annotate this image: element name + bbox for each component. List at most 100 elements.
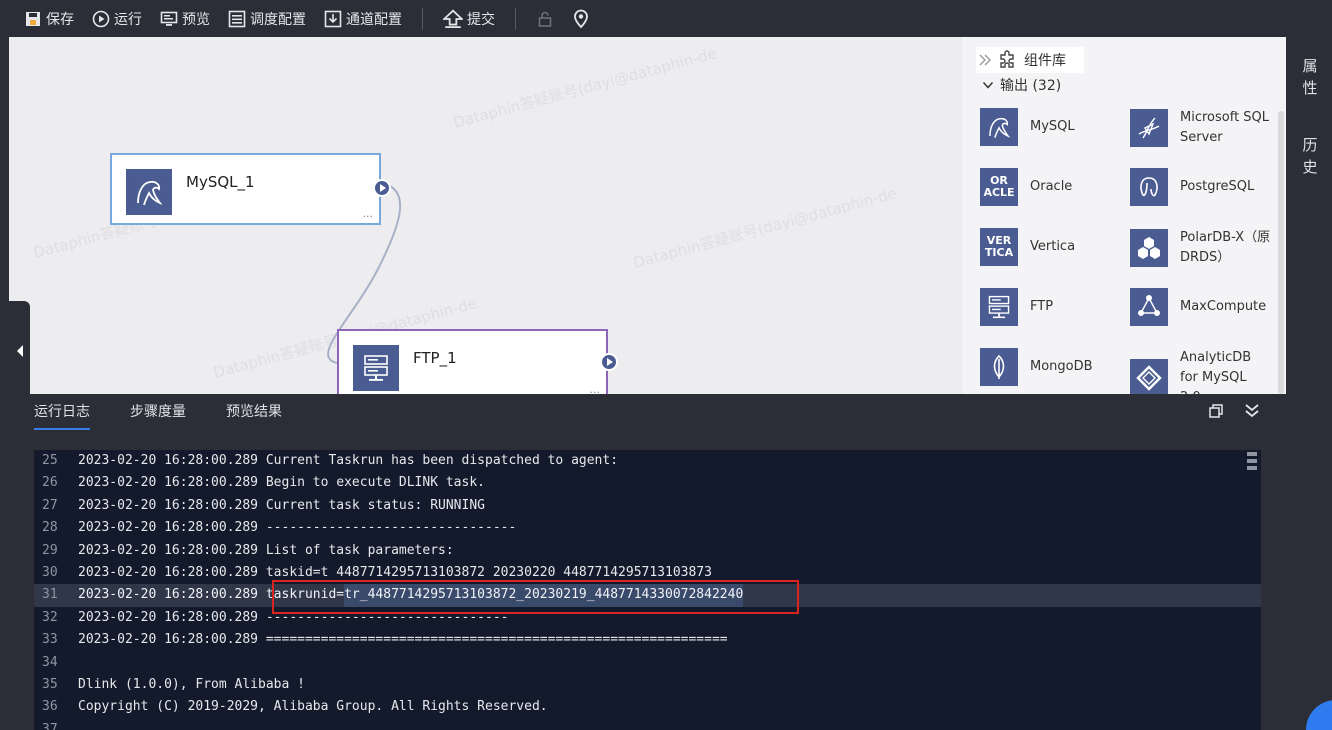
- log-scrollbar[interactable]: [1247, 450, 1257, 476]
- run-log-console[interactable]: 25 2023-02-20 16:28:00.289 Current Taskru…: [34, 450, 1261, 730]
- log-line: 25 2023-02-20 16:28:00.289 Current Taskru…: [34, 450, 1261, 472]
- component-label: MySQL: [1030, 119, 1075, 134]
- log-line: 29 2023-02-20 16:28:00.289 List of task p…: [34, 540, 1261, 562]
- component-label: PolarDB-X（原DRDS）: [1180, 230, 1271, 265]
- log-text: 2023-02-20 16:28:00.289 List of task par…: [78, 542, 454, 558]
- sqlserver-icon: [1130, 109, 1168, 147]
- log-text: 2023-02-20 16:28:00.289 ----------------…: [78, 520, 517, 536]
- log-line: 35 Dlink (1.0.0), From Alibaba !: [34, 674, 1261, 696]
- oracle-icon: OR ACLE: [980, 168, 1018, 206]
- component-polardb[interactable]: PolarDB-X（原DRDS）: [1130, 228, 1280, 268]
- component-postgresql[interactable]: PostgreSQL: [1130, 168, 1254, 206]
- locate-button[interactable]: [572, 9, 590, 29]
- component-oracle[interactable]: OR ACLE Oracle: [980, 168, 1072, 206]
- ftp-icon: [353, 345, 399, 391]
- component-mysql[interactable]: MySQL: [980, 108, 1075, 146]
- channel-icon: [324, 10, 342, 27]
- run-button[interactable]: 运行: [92, 9, 142, 29]
- component-label: Microsoft SQL Server: [1180, 110, 1270, 145]
- log-text: 2023-02-20 16:28:00.289 ================…: [78, 632, 728, 648]
- component-label: Oracle: [1030, 179, 1073, 194]
- properties-tab[interactable]: 属性: [1302, 55, 1318, 99]
- line-number: 30: [42, 564, 58, 580]
- log-line: 33 2023-02-20 16:28:00.289 ==============…: [34, 629, 1261, 651]
- component-mongodb[interactable]: MongoDB: [980, 348, 1093, 386]
- watermark: Dataphin答疑账号(dayi@dataphin-de: [631, 184, 899, 272]
- schedule-icon: [228, 10, 246, 27]
- component-ftp[interactable]: FTP: [980, 288, 1053, 326]
- toolbar-divider: [422, 7, 423, 30]
- postgresql-icon: [1130, 168, 1168, 206]
- node-title: MySQL_1: [186, 173, 255, 191]
- log-line: 37: [34, 719, 1261, 730]
- schedule-config-button[interactable]: 调度配置: [228, 9, 306, 29]
- node-title: FTP_1: [413, 349, 457, 367]
- ftp-node[interactable]: FTP_1 ···: [337, 329, 618, 394]
- puzzle-icon: [1000, 50, 1014, 68]
- save-button[interactable]: 保存: [24, 9, 74, 29]
- category-label: 输出 (32): [1000, 78, 1062, 94]
- right-rail: 属性 历史: [1286, 37, 1332, 730]
- lock-button[interactable]: [536, 10, 554, 28]
- preview-label: 预览: [182, 11, 210, 28]
- panel-scrollbar[interactable]: [1278, 111, 1284, 394]
- output-port[interactable]: [373, 179, 391, 197]
- component-library-header[interactable]: 组件库: [976, 47, 1084, 73]
- line-number: 36: [42, 699, 58, 715]
- more-icon[interactable]: ···: [590, 386, 601, 394]
- schedule-config-label: 调度配置: [250, 11, 306, 28]
- save-label: 保存: [46, 11, 74, 28]
- run-label: 运行: [114, 11, 142, 28]
- bottom-panel-actions: [1208, 403, 1260, 419]
- channel-config-label: 通道配置: [346, 11, 402, 28]
- log-text: Dlink (1.0.0), From Alibaba !: [78, 676, 305, 692]
- tab-preview-results[interactable]: 预览结果: [226, 394, 282, 430]
- preview-button[interactable]: 预览: [160, 9, 210, 29]
- more-icon[interactable]: ···: [363, 210, 374, 223]
- component-label: Vertica: [1030, 239, 1076, 254]
- log-line: 36 Copyright (C) 2019-2029, Alibaba Group…: [34, 696, 1261, 718]
- log-text: 2023-02-20 16:28:00.289 Current Taskrun …: [78, 453, 619, 468]
- channel-config-button[interactable]: 通道配置: [324, 9, 402, 29]
- line-number: 29: [42, 542, 58, 558]
- play-circle-icon: [92, 10, 110, 27]
- restore-window-icon[interactable]: [1208, 403, 1224, 419]
- component-vertica[interactable]: VER TICA Vertica: [980, 228, 1075, 266]
- analyticdb-icon: [1130, 359, 1168, 394]
- log-line: 34: [34, 652, 1261, 674]
- history-tab[interactable]: 历史: [1302, 134, 1318, 178]
- submit-button[interactable]: 提交: [443, 8, 495, 29]
- component-library-title: 组件库: [1024, 53, 1066, 69]
- line-number: 27: [42, 497, 58, 513]
- component-library-panel: 组件库 输出 (32) MySQL Microsoft SQL Server O…: [962, 37, 1286, 394]
- tab-run-log[interactable]: 运行日志: [34, 394, 90, 430]
- polardb-icon: [1130, 229, 1168, 267]
- mysql-node[interactable]: MySQL_1 ···: [110, 153, 391, 225]
- component-maxcompute[interactable]: MaxCompute: [1130, 288, 1266, 326]
- vertica-icon: VER TICA: [980, 228, 1018, 266]
- double-chevron-down-icon[interactable]: [1244, 403, 1260, 419]
- line-number: 31: [42, 587, 58, 603]
- line-number: 33: [42, 632, 58, 648]
- collapse-left-handle[interactable]: [9, 301, 30, 394]
- line-number: 28: [42, 520, 58, 536]
- save-icon: [26, 11, 40, 26]
- category-output[interactable]: 输出 (32): [982, 75, 1061, 95]
- location-pin-icon: [574, 9, 588, 28]
- component-analyticdb[interactable]: AnalyticDB for MySQL 2.0: [1130, 348, 1270, 394]
- watermark: Dataphin答疑账号(dayi@dataphin-de: [451, 44, 719, 132]
- component-sqlserver[interactable]: Microsoft SQL Server: [1130, 108, 1270, 148]
- output-port[interactable]: [600, 353, 618, 371]
- log-text: Copyright (C) 2019-2029, Alibaba Group. …: [78, 699, 548, 715]
- mongodb-icon: [980, 348, 1018, 386]
- chevron-down-icon: [982, 81, 994, 89]
- tab-step-metrics[interactable]: 步骤度量: [130, 394, 186, 430]
- component-label: MaxCompute: [1180, 299, 1267, 314]
- lock-icon: [538, 11, 552, 27]
- line-number: 25: [42, 453, 58, 468]
- component-label: FTP: [1030, 299, 1054, 314]
- log-text: 2023-02-20 16:28:00.289 Begin to execute…: [78, 475, 485, 491]
- toolbar: 保存 运行 预览 调度配置 通道配置 提交: [0, 0, 1332, 37]
- bottom-tabs: 运行日志 步骤度量 预览结果: [34, 394, 282, 430]
- line-number: 32: [42, 609, 58, 625]
